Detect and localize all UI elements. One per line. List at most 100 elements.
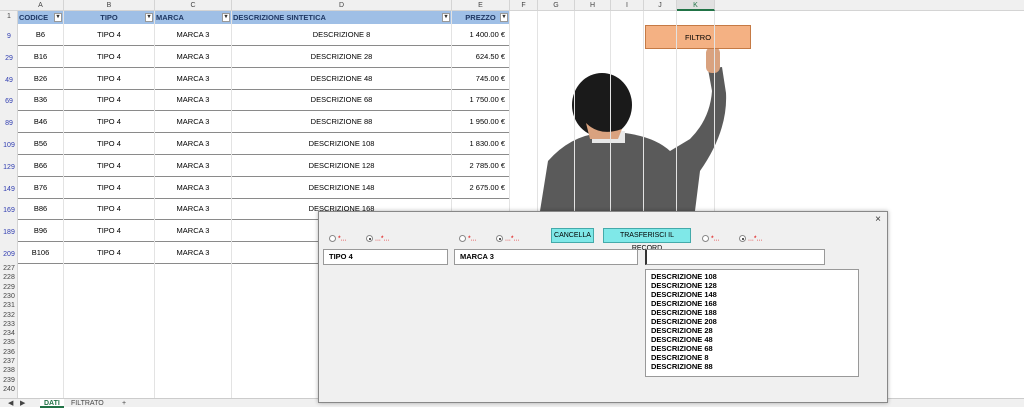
row-number[interactable]: 227 [0, 265, 18, 272]
list-item[interactable]: DESCRIZIONE 208 [651, 317, 853, 326]
cell-tipo[interactable]: TIPO 4 [64, 176, 155, 199]
column-header[interactable]: K [677, 0, 715, 11]
header-tipo[interactable]: TIPO ▾ [64, 11, 155, 24]
header-descrizione[interactable]: DESCRIZIONE SINTETICA ▾ [232, 11, 452, 24]
cell-tipo[interactable]: TIPO 4 [64, 242, 155, 264]
cell-tipo[interactable]: TIPO 4 [64, 111, 155, 134]
cell-marca[interactable]: MARCA 3 [155, 133, 232, 155]
column-header[interactable]: G [538, 0, 575, 11]
column-header[interactable]: J [644, 0, 677, 11]
row-number[interactable]: 236 [0, 349, 18, 356]
filter-dropdown-icon[interactable]: ▾ [442, 13, 450, 22]
list-item[interactable]: DESCRIZIONE 68 [651, 344, 853, 353]
radio-marca-starts[interactable]: *... [459, 235, 477, 242]
cell-marca[interactable]: MARCA 3 [155, 67, 232, 90]
list-item[interactable]: DESCRIZIONE 168 [651, 299, 853, 308]
row-number[interactable]: 189 [0, 229, 18, 236]
row-number[interactable]: 209 [0, 251, 18, 258]
list-item[interactable]: DESCRIZIONE 188 [651, 308, 853, 317]
cell-tipo[interactable]: TIPO 4 [64, 198, 155, 221]
list-item[interactable]: DESCRIZIONE 148 [651, 290, 853, 299]
cell-marca[interactable]: MARCA 3 [155, 154, 232, 177]
row-number[interactable]: 233 [0, 321, 18, 328]
cell-tipo[interactable]: TIPO 4 [64, 154, 155, 177]
cell-tipo[interactable]: TIPO 4 [64, 89, 155, 112]
cell-tipo[interactable]: TIPO 4 [64, 67, 155, 90]
row-number[interactable]: 169 [0, 207, 18, 214]
cell-codice[interactable]: B16 [18, 45, 64, 68]
cell-codice[interactable]: B106 [18, 242, 64, 264]
row-number[interactable]: 229 [0, 284, 18, 291]
transfer-record-button[interactable]: TRASFERISCI IL RECORD [603, 228, 691, 252]
column-header[interactable]: H [575, 0, 611, 11]
cancel-button[interactable]: CANCELLA [551, 228, 594, 243]
cell-prezzo[interactable]: 1 830.00 € [452, 133, 510, 155]
cell-tipo[interactable]: TIPO 4 [64, 24, 155, 46]
tipo-field[interactable]: TIPO 4 [323, 249, 448, 265]
cell-prezzo[interactable]: 1 950.00 € [452, 111, 510, 134]
list-item[interactable]: DESCRIZIONE 48 [651, 335, 853, 344]
list-item[interactable]: DESCRIZIONE 8 [651, 353, 853, 362]
cell-prezzo[interactable]: 2 675.00 € [452, 176, 510, 199]
cell-tipo[interactable]: TIPO 4 [64, 220, 155, 243]
cell-codice[interactable]: B6 [18, 24, 64, 46]
cell-codice[interactable]: B86 [18, 198, 64, 221]
filter-dropdown-icon[interactable]: ▾ [500, 13, 508, 22]
column-header[interactable]: D [232, 0, 452, 11]
cell-descr[interactable]: DESCRIZIONE 148 [232, 176, 452, 199]
radio-descr-contains[interactable]: ...*... [739, 235, 762, 242]
column-header[interactable]: A [18, 0, 64, 11]
row-number[interactable]: 235 [0, 339, 18, 346]
cell-tipo[interactable]: TIPO 4 [64, 133, 155, 155]
radio-tipo-starts[interactable]: *... [329, 235, 347, 242]
cell-marca[interactable]: MARCA 3 [155, 220, 232, 243]
row-number[interactable]: 89 [0, 120, 18, 127]
row-number[interactable]: 231 [0, 302, 18, 309]
row-number[interactable]: 109 [0, 142, 18, 149]
cell-prezzo[interactable]: 624.50 € [452, 45, 510, 68]
cell-descr[interactable]: DESCRIZIONE 108 [232, 133, 452, 155]
cell-descr[interactable]: DESCRIZIONE 8 [232, 24, 452, 46]
row-number[interactable]: 149 [0, 186, 18, 193]
cell-marca[interactable]: MARCA 3 [155, 242, 232, 264]
radio-marca-contains[interactable]: ...*... [496, 235, 519, 242]
row-number[interactable]: 239 [0, 377, 18, 384]
cell-descr[interactable]: DESCRIZIONE 128 [232, 154, 452, 177]
cell-prezzo[interactable]: 1 750.00 € [452, 89, 510, 112]
radio-descr-starts[interactable]: *... [702, 235, 720, 242]
header-marca[interactable]: MARCA ▾ [155, 11, 232, 24]
filter-active-icon[interactable]: ▾ [145, 13, 153, 22]
row-number[interactable]: 49 [0, 77, 18, 84]
cell-descr[interactable]: DESCRIZIONE 28 [232, 45, 452, 68]
cell-descr[interactable]: DESCRIZIONE 88 [232, 111, 452, 134]
cell-prezzo[interactable]: 2 785.00 € [452, 154, 510, 177]
row-number[interactable]: 129 [0, 164, 18, 171]
header-prezzo[interactable]: PREZZO ▾ [452, 11, 510, 24]
row-number[interactable]: 69 [0, 98, 18, 105]
column-header[interactable]: F [510, 0, 538, 11]
cell-codice[interactable]: B56 [18, 133, 64, 155]
cell-prezzo[interactable]: 1 400.00 € [452, 24, 510, 46]
list-item[interactable]: DESCRIZIONE 28 [651, 326, 853, 335]
row-number[interactable]: 234 [0, 330, 18, 337]
close-icon[interactable]: × [875, 214, 881, 225]
cell-marca[interactable]: MARCA 3 [155, 89, 232, 112]
cell-descr[interactable]: DESCRIZIONE 68 [232, 89, 452, 112]
column-header[interactable]: B [64, 0, 155, 11]
list-item[interactable]: DESCRIZIONE 88 [651, 362, 853, 371]
column-header[interactable]: C [155, 0, 232, 11]
cell-marca[interactable]: MARCA 3 [155, 111, 232, 134]
filter-dropdown-icon[interactable]: ▾ [54, 13, 62, 22]
descrizione-search-input[interactable] [645, 249, 825, 265]
radio-tipo-contains[interactable]: ...*... [366, 235, 389, 242]
column-header[interactable]: E [452, 0, 510, 11]
cell-tipo[interactable]: TIPO 4 [64, 45, 155, 68]
cell-codice[interactable]: B46 [18, 111, 64, 134]
cell-codice[interactable]: B96 [18, 220, 64, 243]
cell-codice[interactable]: B26 [18, 67, 64, 90]
row-number[interactable]: 238 [0, 367, 18, 374]
row-number[interactable]: 9 [0, 33, 18, 40]
row-number[interactable]: 237 [0, 358, 18, 365]
row-number[interactable]: 228 [0, 274, 18, 281]
list-item[interactable]: DESCRIZIONE 108 [651, 272, 853, 281]
